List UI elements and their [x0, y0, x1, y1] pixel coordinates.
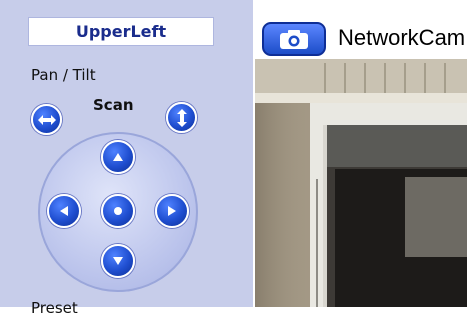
- triangle-up-icon: [113, 153, 123, 161]
- preset-position-field[interactable]: UpperLeft: [28, 17, 214, 46]
- move-left-button[interactable]: [47, 194, 81, 228]
- control-panel: UpperLeft Pan / Tilt Scan Preset: [0, 0, 253, 317]
- camera-title: NetworkCam: [338, 25, 466, 50]
- horizontal-scan-button[interactable]: [31, 104, 62, 135]
- preset-position-value: UpperLeft: [75, 22, 167, 41]
- left-right-arrows-icon: [37, 114, 56, 125]
- preset-section-label: Preset: [31, 299, 78, 317]
- scan-label: Scan: [93, 96, 134, 114]
- camera-image: [255, 59, 467, 307]
- pan-tilt-label: Pan / Tilt: [31, 66, 96, 84]
- move-down-button[interactable]: [101, 244, 135, 278]
- dot-icon: [114, 207, 122, 215]
- triangle-right-icon: [168, 206, 176, 216]
- vertical-scan-button[interactable]: [166, 102, 197, 133]
- move-up-button[interactable]: [101, 140, 135, 174]
- move-right-button[interactable]: [155, 194, 189, 228]
- triangle-left-icon: [60, 206, 68, 216]
- live-video-feed[interactable]: [255, 59, 467, 307]
- camera-icon: [280, 30, 308, 49]
- triangle-down-icon: [113, 257, 123, 265]
- direction-pad: [38, 132, 198, 292]
- up-down-arrows-icon: [176, 108, 187, 127]
- home-button[interactable]: [101, 194, 135, 228]
- snapshot-button[interactable]: [262, 22, 326, 56]
